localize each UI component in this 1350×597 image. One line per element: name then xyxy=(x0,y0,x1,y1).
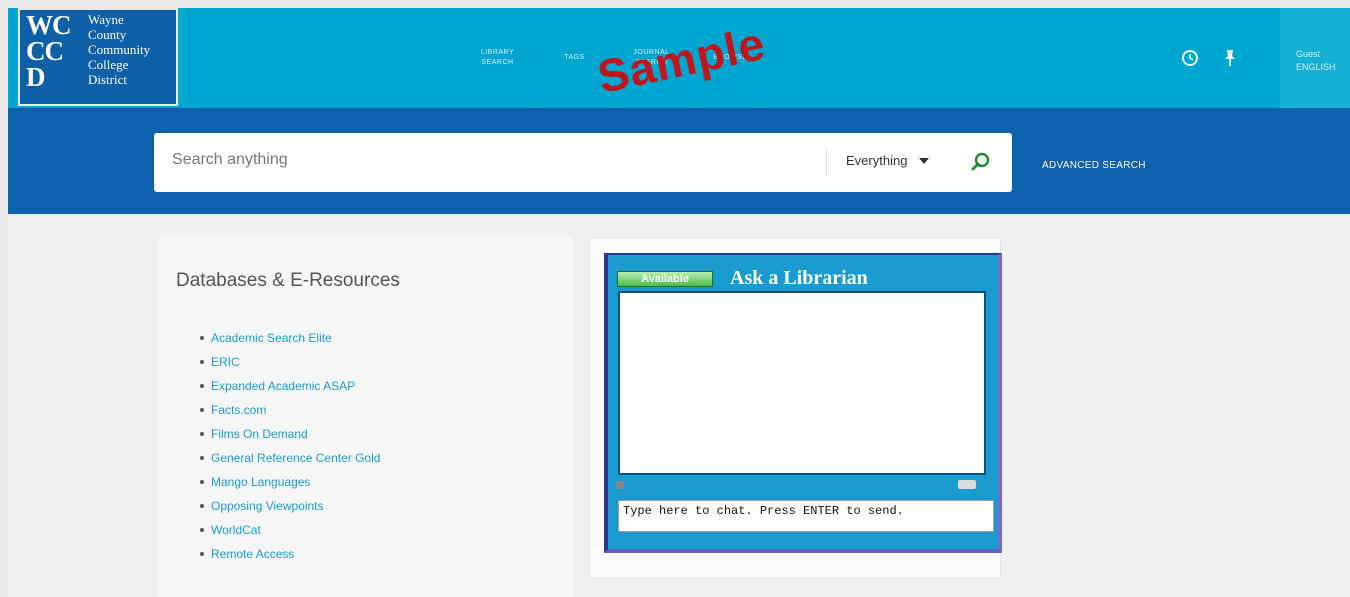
bullet xyxy=(200,504,204,508)
chat-log xyxy=(618,291,986,475)
caret-down-icon xyxy=(919,157,930,164)
bullet xyxy=(200,432,204,436)
bullet xyxy=(200,360,204,364)
logo-wordmark: Wayne County Community College District xyxy=(88,12,151,87)
pin-icon[interactable] xyxy=(1217,45,1243,71)
bullet xyxy=(200,336,204,340)
logo-letters: WC CC D xyxy=(26,10,72,92)
nav-library-search[interactable]: LIBRARY SEARCH xyxy=(456,8,540,108)
list-item[interactable]: Opposing Viewpoints xyxy=(200,498,380,522)
college-logo[interactable]: WC CC D Wayne County Community College D… xyxy=(18,8,178,106)
database-list: Academic Search Elite ERIC Expanded Acad… xyxy=(200,330,380,570)
user-menu[interactable]: Guest ENGLISH xyxy=(1280,8,1350,108)
chat-widget: Available Ask a Librarian xyxy=(604,253,1002,553)
bullet xyxy=(200,480,204,484)
list-item[interactable]: General Reference Center Gold xyxy=(200,450,380,474)
list-item[interactable]: ERIC xyxy=(200,354,380,378)
availability-badge: Available xyxy=(617,271,713,287)
bullet xyxy=(200,384,204,388)
bullet xyxy=(200,456,204,460)
search-button[interactable] xyxy=(966,147,996,177)
chat-title: Ask a Librarian xyxy=(730,267,868,289)
search-scope-value: Everything xyxy=(846,153,908,168)
search-scope-dropdown[interactable]: Everything xyxy=(846,153,930,168)
databases-panel: Databases & E-Resources Academic Search … xyxy=(159,237,573,597)
search-icon xyxy=(971,152,990,171)
bullet xyxy=(200,552,204,556)
list-item[interactable]: Academic Search Elite xyxy=(200,330,380,354)
search-divider xyxy=(826,149,827,177)
search-input[interactable] xyxy=(172,151,812,169)
bullet xyxy=(200,528,204,532)
list-item[interactable]: Facts.com xyxy=(200,402,380,426)
bullet xyxy=(200,408,204,412)
chat-panel: Available Ask a Librarian xyxy=(589,237,1002,579)
sound-icon[interactable] xyxy=(616,481,624,489)
language-selector[interactable]: ENGLISH xyxy=(1296,61,1350,74)
advanced-search-link[interactable]: ADVANCED SEARCH xyxy=(1042,160,1146,171)
list-item[interactable]: Films On Demand xyxy=(200,426,380,450)
list-item[interactable]: WorldCat xyxy=(200,522,380,546)
user-name: Guest xyxy=(1296,49,1321,59)
list-item[interactable]: Remote Access xyxy=(200,546,380,570)
page: WC CC D Wayne County Community College D… xyxy=(8,8,1350,597)
list-item[interactable]: Mango Languages xyxy=(200,474,380,498)
list-item[interactable]: Expanded Academic ASAP xyxy=(200,378,380,402)
top-bar: WC CC D Wayne County Community College D… xyxy=(8,8,1350,108)
email-icon[interactable] xyxy=(958,480,976,489)
search-band: Everything ADVANCED SEARCH xyxy=(8,108,1350,214)
search-box: Everything xyxy=(154,133,1012,192)
history-icon[interactable] xyxy=(1177,45,1203,71)
panel-title: Databases & E-Resources xyxy=(176,270,400,291)
chat-input[interactable] xyxy=(618,500,994,532)
